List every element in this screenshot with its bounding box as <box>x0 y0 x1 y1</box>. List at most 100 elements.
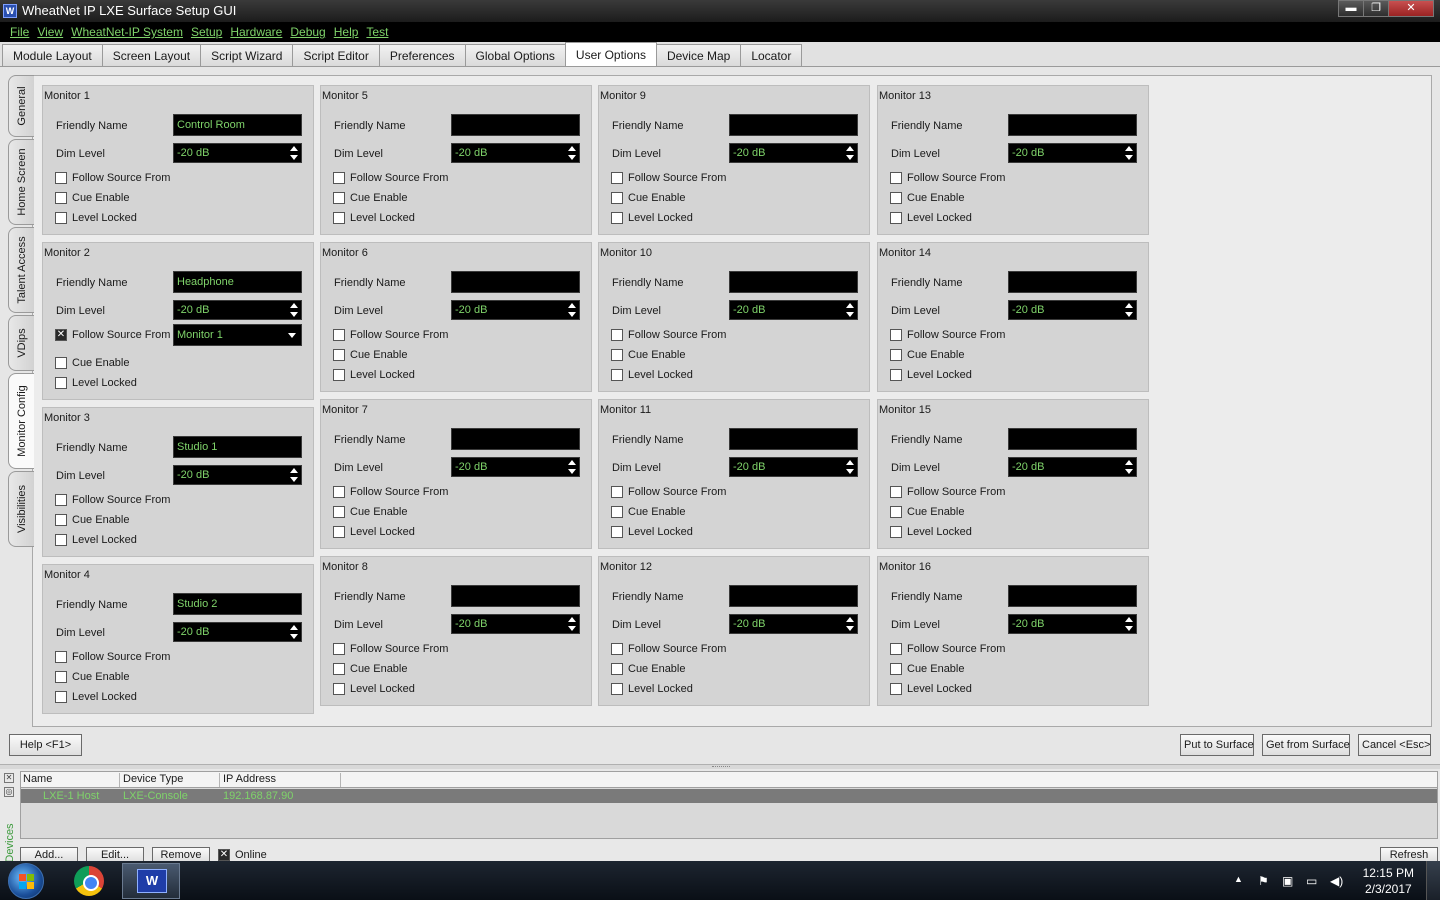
friendly-name-input[interactable] <box>729 271 858 293</box>
spinner-arrows-icon[interactable] <box>568 460 576 474</box>
volume-icon[interactable]: ◀) <box>1330 874 1343 888</box>
menu-file[interactable]: File <box>10 25 29 39</box>
dim-level-spinner[interactable]: -20 dB <box>173 300 302 320</box>
follow-source-checkbox[interactable] <box>333 643 345 655</box>
spinner-arrows-icon[interactable] <box>846 460 854 474</box>
spin-up-icon[interactable] <box>568 617 576 622</box>
column-device-type[interactable]: Device Type <box>121 773 220 787</box>
spinner-arrows-icon[interactable] <box>290 468 298 482</box>
usb-device-icon[interactable]: ▣ <box>1282 874 1293 888</box>
level-locked-checkbox[interactable] <box>333 369 345 381</box>
follow-source-checkbox[interactable] <box>611 172 623 184</box>
tab-preferences[interactable]: Preferences <box>378 44 466 66</box>
chrome-taskbar-icon[interactable] <box>74 866 104 896</box>
spin-up-icon[interactable] <box>1125 460 1133 465</box>
friendly-name-input[interactable]: Control Room <box>173 114 302 136</box>
level-locked-checkbox[interactable] <box>55 534 67 546</box>
dim-level-spinner[interactable]: -20 dB <box>1008 143 1137 163</box>
level-locked-checkbox[interactable] <box>890 683 902 695</box>
spin-up-icon[interactable] <box>568 146 576 151</box>
spinner-arrows-icon[interactable] <box>1125 303 1133 317</box>
online-checkbox[interactable]: ✕ <box>218 849 230 861</box>
level-locked-checkbox[interactable] <box>611 212 623 224</box>
show-desktop-button[interactable] <box>1426 861 1440 900</box>
dim-level-spinner[interactable]: -20 dB <box>451 457 580 477</box>
follow-source-checkbox[interactable]: ✕ <box>55 329 67 341</box>
level-locked-checkbox[interactable] <box>890 212 902 224</box>
menu-hardware[interactable]: Hardware <box>230 25 282 39</box>
show-hidden-icon[interactable]: ▲ <box>1234 874 1243 884</box>
side-tab-vdips[interactable]: VDips <box>8 315 34 371</box>
spinner-arrows-icon[interactable] <box>290 625 298 639</box>
spin-down-icon[interactable] <box>846 155 854 160</box>
action-center-flag-icon[interactable]: ⚑ <box>1258 874 1269 888</box>
spin-down-icon[interactable] <box>1125 312 1133 317</box>
tab-user-options[interactable]: User Options <box>564 42 657 66</box>
menu-test[interactable]: Test <box>366 25 388 39</box>
level-locked-checkbox[interactable] <box>333 683 345 695</box>
spinner-arrows-icon[interactable] <box>290 146 298 160</box>
spin-up-icon[interactable] <box>1125 617 1133 622</box>
cancel-button[interactable]: Cancel <Esc> <box>1358 734 1431 756</box>
column-ip-address[interactable]: IP Address <box>221 773 341 787</box>
spin-down-icon[interactable] <box>290 312 298 317</box>
follow-source-checkbox[interactable] <box>890 329 902 341</box>
spin-up-icon[interactable] <box>290 468 298 473</box>
friendly-name-input[interactable] <box>1008 114 1137 136</box>
spin-down-icon[interactable] <box>1125 626 1133 631</box>
spinner-arrows-icon[interactable] <box>568 303 576 317</box>
start-button[interactable] <box>8 863 44 899</box>
spin-up-icon[interactable] <box>846 303 854 308</box>
dim-level-spinner[interactable]: -20 dB <box>729 300 858 320</box>
dim-level-spinner[interactable]: -20 dB <box>729 457 858 477</box>
minimize-button[interactable]: ▬ <box>1338 0 1364 17</box>
side-tab-visibilities[interactable]: Visibilities <box>8 471 34 547</box>
clock[interactable]: 12:15 PM 2/3/2017 <box>1363 865 1414 897</box>
spinner-arrows-icon[interactable] <box>568 617 576 631</box>
spinner-arrows-icon[interactable] <box>846 146 854 160</box>
friendly-name-input[interactable] <box>1008 585 1137 607</box>
friendly-name-input[interactable]: Studio 2 <box>173 593 302 615</box>
dim-level-spinner[interactable]: -20 dB <box>729 143 858 163</box>
dim-level-spinner[interactable]: -20 dB <box>1008 457 1137 477</box>
menu-debug[interactable]: Debug <box>290 25 325 39</box>
follow-source-checkbox[interactable] <box>55 651 67 663</box>
follow-source-checkbox[interactable] <box>890 172 902 184</box>
spin-up-icon[interactable] <box>568 303 576 308</box>
spin-down-icon[interactable] <box>846 469 854 474</box>
cue-enable-checkbox[interactable] <box>611 663 623 675</box>
cue-enable-checkbox[interactable] <box>333 192 345 204</box>
follow-source-checkbox[interactable] <box>333 329 345 341</box>
put-to-surface-button[interactable]: Put to Surface <box>1180 734 1254 756</box>
side-tab-talent-access[interactable]: Talent Access <box>8 227 34 313</box>
dim-level-spinner[interactable]: -20 dB <box>173 622 302 642</box>
spinner-arrows-icon[interactable] <box>846 617 854 631</box>
friendly-name-input[interactable] <box>451 585 580 607</box>
pin-pane-icon[interactable]: ◎ <box>4 787 14 797</box>
spin-up-icon[interactable] <box>1125 146 1133 151</box>
dim-level-spinner[interactable]: -20 dB <box>451 300 580 320</box>
spinner-arrows-icon[interactable] <box>1125 617 1133 631</box>
cue-enable-checkbox[interactable] <box>333 349 345 361</box>
spin-up-icon[interactable] <box>846 460 854 465</box>
spinner-arrows-icon[interactable] <box>1125 146 1133 160</box>
menu-setup[interactable]: Setup <box>191 25 222 39</box>
spin-up-icon[interactable] <box>846 617 854 622</box>
level-locked-checkbox[interactable] <box>333 526 345 538</box>
spin-up-icon[interactable] <box>568 460 576 465</box>
cue-enable-checkbox[interactable] <box>55 357 67 369</box>
spin-down-icon[interactable] <box>568 469 576 474</box>
tab-device-map[interactable]: Device Map <box>655 44 742 66</box>
cue-enable-checkbox[interactable] <box>55 514 67 526</box>
tab-module-layout[interactable]: Module Layout <box>2 44 103 66</box>
level-locked-checkbox[interactable] <box>890 369 902 381</box>
maximize-button[interactable]: ❐ <box>1363 0 1389 17</box>
tab-global-options[interactable]: Global Options <box>464 44 566 66</box>
side-tab-general[interactable]: General <box>8 75 34 137</box>
dim-level-spinner[interactable]: -20 dB <box>1008 300 1137 320</box>
spin-down-icon[interactable] <box>1125 155 1133 160</box>
follow-source-checkbox[interactable] <box>890 486 902 498</box>
level-locked-checkbox[interactable] <box>611 526 623 538</box>
friendly-name-input[interactable] <box>729 428 858 450</box>
tab-script-editor[interactable]: Script Editor <box>292 44 380 66</box>
